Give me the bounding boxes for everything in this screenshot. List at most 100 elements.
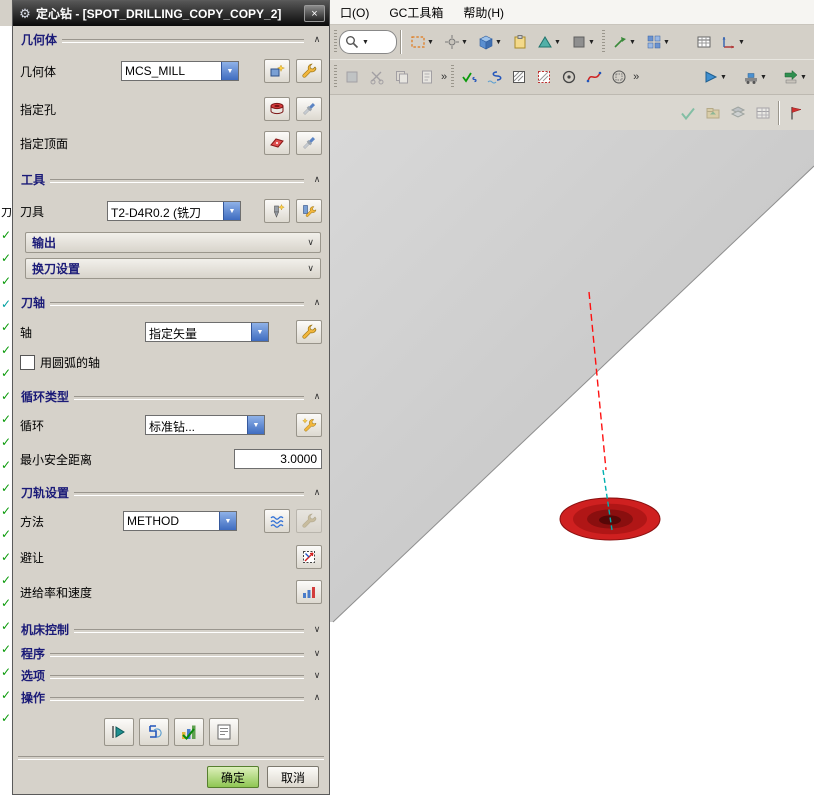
- combo-arrow-button[interactable]: ▼: [251, 323, 268, 341]
- check-tool-path-button[interactable]: [456, 64, 481, 90]
- snap-point-button[interactable]: ▼: [439, 29, 473, 55]
- chevron-down-icon: ∨: [313, 669, 321, 680]
- toolbar-row-1: ▼ ▼ ▼ ▼ ▼ ▼ ▼ ▼ ▼: [330, 25, 814, 59]
- method-combo[interactable]: METHOD ▼: [123, 511, 237, 531]
- command-search-box[interactable]: ▼: [339, 30, 397, 54]
- section-divider: [62, 38, 304, 43]
- folder-up-icon: [706, 107, 719, 118]
- tool-settings-button[interactable]: [296, 199, 322, 223]
- select-top-face-button[interactable]: [264, 131, 290, 155]
- verify-button[interactable]: [173, 718, 204, 746]
- cancel-button[interactable]: 取消: [267, 766, 319, 788]
- toolbar-grip[interactable]: [602, 30, 605, 54]
- combo-arrow-button[interactable]: ▼: [247, 416, 264, 434]
- geometry-combo[interactable]: MCS_MILL ▼: [121, 61, 239, 81]
- part-surface[interactable]: [330, 130, 814, 622]
- cycle-row: 循环 标准钻... ▼: [13, 410, 329, 440]
- toolbar-separator: [778, 100, 780, 125]
- section-divider: [74, 491, 304, 496]
- output-bar[interactable]: 输出 ∨: [25, 232, 321, 253]
- axis-row: 轴 指定矢量 ▼: [13, 317, 329, 347]
- edit-axis-button[interactable]: [296, 320, 322, 344]
- section-geometry-header[interactable]: 几何体 ∧: [17, 30, 325, 48]
- overflow-chevron[interactable]: »: [441, 71, 447, 83]
- menu-gc-toolbox[interactable]: GC工具箱: [379, 1, 453, 24]
- display-top-face-button[interactable]: [296, 131, 322, 155]
- tool-change-bar[interactable]: 换刀设置 ∨: [25, 258, 321, 279]
- new-tool-icon: [274, 203, 285, 218]
- list-button[interactable]: [208, 718, 239, 746]
- curve-button[interactable]: [581, 64, 606, 90]
- boundary-button[interactable]: [506, 64, 531, 90]
- display-holes-button[interactable]: [296, 97, 322, 121]
- combo-arrow-button[interactable]: ▼: [221, 62, 238, 80]
- new-tool-button[interactable]: [264, 199, 290, 223]
- section-tool-header[interactable]: 工具 ∧: [17, 170, 325, 188]
- menu-window[interactable]: 口(O): [330, 1, 379, 24]
- section-path-settings-header[interactable]: 刀轨设置 ∧: [17, 483, 325, 501]
- bookmark-flag-button[interactable]: [783, 100, 808, 126]
- generate-button[interactable]: [103, 718, 134, 746]
- cycle-combo-value: 标准钻...: [149, 420, 196, 434]
- tool-combo[interactable]: T2-D4R0.2 (铣刀 ▼: [107, 201, 241, 221]
- overflow-chevron[interactable]: »: [633, 71, 639, 83]
- s-curve-button[interactable]: [481, 64, 506, 90]
- selection-filter-button[interactable]: ▼: [405, 29, 439, 55]
- axis-combo[interactable]: 指定矢量 ▼: [145, 322, 269, 342]
- wrench-icon: [302, 324, 317, 339]
- clipboard-button[interactable]: [507, 29, 532, 55]
- arc-axis-checkbox[interactable]: [20, 354, 35, 370]
- combo-arrow-button[interactable]: ▼: [223, 202, 240, 220]
- graphics-viewport[interactable]: [330, 130, 814, 795]
- specify-holes-label: 指定孔: [20, 102, 57, 117]
- toolbar-grip[interactable]: [334, 30, 337, 54]
- section-title: 循环类型: [21, 389, 70, 404]
- section-tool-axis-header[interactable]: 刀轴 ∧: [17, 293, 325, 311]
- cycle-combo[interactable]: 标准钻... ▼: [145, 415, 265, 435]
- section-options-header[interactable]: 选项 ∨: [17, 666, 325, 684]
- point-button[interactable]: [556, 64, 581, 90]
- dashed-boundary-button[interactable]: [531, 64, 556, 90]
- region-button[interactable]: [606, 64, 631, 90]
- ok-button[interactable]: 确定: [207, 766, 259, 788]
- avoidance-button[interactable]: [296, 545, 322, 569]
- toolbar-grip[interactable]: [451, 65, 455, 89]
- machine-simulate-button[interactable]: ▼: [738, 64, 772, 90]
- section-title: 程序: [21, 646, 46, 661]
- combo-arrow-button[interactable]: ▼: [219, 512, 236, 530]
- section-program-header[interactable]: 程序 ∨: [17, 644, 325, 662]
- section-cycle-type-header[interactable]: 循环类型 ∧: [17, 387, 325, 405]
- pattern-feature-button[interactable]: ▼: [641, 29, 675, 55]
- move-object-button[interactable]: ▼: [607, 29, 641, 55]
- display-style-button[interactable]: ▼: [566, 29, 600, 55]
- navigator-check-icon: ✓: [1, 711, 12, 725]
- chevron-down-icon: ▼: [495, 38, 502, 46]
- wrench-sparkle-icon: [302, 418, 317, 432]
- post-process-button[interactable]: ▼: [778, 64, 812, 90]
- dialog-titlebar[interactable]: ⚙ 定心钻 - [SPOT_DRILLING_COPY_COPY_2] ×: [13, 1, 329, 26]
- spreadsheet-button[interactable]: [691, 29, 716, 55]
- geometry-row: 几何体 MCS_MILL ▼: [13, 56, 329, 86]
- replay-button[interactable]: [138, 718, 169, 746]
- section-machine-control-header[interactable]: 机床控制 ∨: [17, 620, 325, 638]
- edit-geometry-button[interactable]: [296, 59, 322, 83]
- chevron-up-icon: ∧: [313, 296, 321, 307]
- solid-body-button[interactable]: ▼: [473, 29, 507, 55]
- new-geometry-button[interactable]: [264, 59, 290, 83]
- close-button[interactable]: ×: [304, 5, 325, 22]
- confirm-path-button[interactable]: ▼: [698, 64, 732, 90]
- section-actions-header[interactable]: 操作 ∧: [17, 688, 325, 706]
- cut-object-button: [364, 64, 389, 90]
- method-label: 方法: [20, 514, 45, 529]
- select-holes-button[interactable]: [264, 97, 290, 121]
- edit-cycle-button[interactable]: [296, 413, 322, 437]
- min-clearance-input[interactable]: [234, 449, 322, 469]
- check-s-icon: [461, 72, 477, 83]
- scissors-icon: [370, 71, 383, 85]
- new-method-button[interactable]: [264, 509, 290, 533]
- feeds-speeds-button[interactable]: [296, 580, 322, 604]
- toolbar-grip[interactable]: [334, 65, 337, 89]
- csys-button[interactable]: ▼: [716, 29, 750, 55]
- menu-help[interactable]: 帮助(H): [453, 1, 514, 24]
- view-orient-button[interactable]: ▼: [532, 29, 566, 55]
